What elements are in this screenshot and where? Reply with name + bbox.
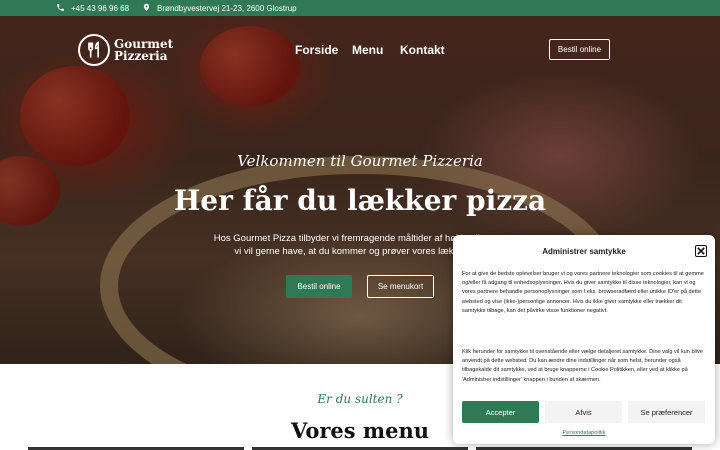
hero-menu-button[interactable]: Se menukort xyxy=(367,275,434,298)
address-contact[interactable]: Brøndbyvestervej 21-23, 2600 Glostrup xyxy=(142,0,297,16)
privacy-policy-link[interactable]: Persondatapolitik xyxy=(453,430,715,436)
nav-home[interactable]: Forside xyxy=(295,43,338,57)
cookie-text-1: For at give de bedste oplevelser bruger … xyxy=(462,271,704,314)
phone-icon xyxy=(56,3,65,14)
cookie-title: Administrer samtykke xyxy=(542,247,626,256)
address-text: Brøndbyvestervej 21-23, 2600 Glostrup xyxy=(157,3,297,13)
header-order-button[interactable]: Bestil online xyxy=(549,39,610,60)
cookie-text-2: Klik herunder for samtykke til ovenståen… xyxy=(462,349,703,383)
map-pin-icon xyxy=(142,3,151,14)
cookie-consent-dialog: Administrer samtykke For at give de beds… xyxy=(453,235,715,444)
nav-menu[interactable]: Menu xyxy=(352,43,383,57)
top-info-bar: +45 43 96 96 68 Brøndbyvestervej 21-23, … xyxy=(0,0,720,16)
reject-button[interactable]: Afvis xyxy=(545,401,622,423)
logo-line2: Pizzeria xyxy=(114,49,168,63)
hero-order-button[interactable]: Bestil online xyxy=(286,275,352,298)
phone-number: +45 43 96 96 68 xyxy=(71,3,130,13)
hero-headline: Her får du lækker pizza xyxy=(173,184,547,217)
site-logo[interactable]: Gourmet Pizzeria xyxy=(78,34,173,66)
accept-button[interactable]: Accepter xyxy=(462,401,539,423)
preferences-button[interactable]: Se præferencer xyxy=(628,401,705,423)
hero-welcome: Velkommen til Gourmet Pizzeria xyxy=(237,152,483,170)
phone-contact[interactable]: +45 43 96 96 68 xyxy=(56,0,129,16)
fork-knife-icon xyxy=(78,34,110,66)
nav-contact[interactable]: Kontakt xyxy=(400,43,445,57)
close-icon[interactable] xyxy=(695,245,707,257)
logo-text: Gourmet Pizzeria xyxy=(114,38,173,62)
